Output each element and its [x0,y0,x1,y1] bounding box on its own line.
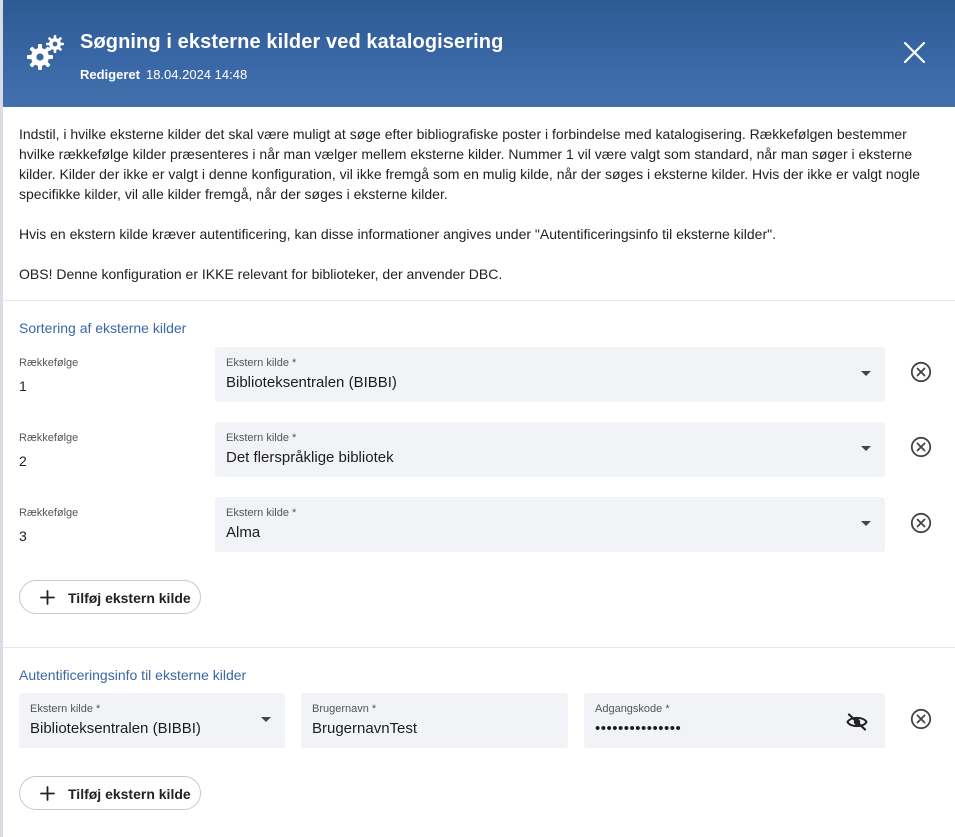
add-auth-source-button[interactable]: Tilføj ekstern kilde [19,776,201,810]
order-label: Rækkefølge [19,507,79,519]
add-button-label: Tilføj ekstern kilde [68,590,191,606]
field-value: Biblioteksentralen (BIBBI) [226,374,397,391]
username-field[interactable]: Brugernavn * BrugernavnTest [301,693,568,748]
plus-icon [40,786,55,801]
divider [3,300,955,301]
intro-paragraph: Hvis en ekstern kilde kræver autentifice… [19,226,776,242]
caret-down-icon [861,446,871,451]
external-source-select[interactable]: Ekstern kilde * Alma [215,497,885,552]
divider [3,647,955,648]
field-value: Alma [226,524,261,541]
circle-x-icon[interactable] [910,436,932,458]
order-value: 3 [19,528,27,544]
edited-label: Redigeret [80,67,140,82]
field-value: BrugernavnTest [312,720,418,737]
field-value: Det flerspråklige bibliotek [226,449,394,466]
order-label: Rækkefølge [19,357,79,369]
auth-source-select[interactable]: Ekstern kilde * Biblioteksentralen (BIBB… [19,693,285,748]
order-label: Rækkefølge [19,432,79,444]
password-field[interactable]: Adgangskode * ••••••••••••••• [584,693,885,748]
field-value: Biblioteksentralen (BIBBI) [30,720,201,737]
order-value: 1 [19,378,27,394]
order-value: 2 [19,453,27,469]
add-button-label: Tilføj ekstern kilde [68,786,191,802]
field-label: Brugernavn * [312,703,377,715]
section-title-sorting: Sortering af eksterne kilder [19,320,187,336]
edited-timestamp: 18.04.2024 14:48 [145,67,248,82]
dialog-header: Søgning i eksterne kilder ved katalogise… [3,0,955,107]
gears-icon [27,35,64,70]
field-value: ••••••••••••••• [595,720,682,737]
add-external-source-button[interactable]: Tilføj ekstern kilde [19,580,201,614]
external-source-select[interactable]: Ekstern kilde * Biblioteksentralen (BIBB… [215,347,885,402]
field-label: Ekstern kilde * [226,507,297,519]
intro-paragraph: OBS! Denne konfiguration er IKKE relevan… [19,266,503,282]
close-icon[interactable] [902,40,927,65]
caret-down-icon [861,521,871,526]
field-label: Adgangskode * [595,703,670,715]
section-title-auth: Autentificeringsinfo til eksterne kilder [19,667,247,683]
caret-down-icon [261,717,271,722]
intro-text: Indstil, i hvilke eksterne kilder det sk… [19,124,944,304]
plus-icon [40,590,55,605]
left-edge [0,0,3,837]
circle-x-icon[interactable] [910,708,932,730]
field-label: Ekstern kilde * [30,703,101,715]
caret-down-icon [861,371,871,376]
field-label: Ekstern kilde * [226,432,297,444]
intro-paragraph: Indstil, i hvilke eksterne kilder det sk… [19,126,921,202]
eye-slash-icon[interactable] [846,713,868,731]
field-label: Ekstern kilde * [226,357,297,369]
circle-x-icon[interactable] [910,361,932,383]
external-source-select[interactable]: Ekstern kilde * Det flerspråklige biblio… [215,422,885,477]
edited-info: Redigeret 18.04.2024 14:48 [80,67,247,82]
circle-x-icon[interactable] [910,512,932,534]
dialog-title: Søgning i eksterne kilder ved katalogise… [80,31,504,53]
